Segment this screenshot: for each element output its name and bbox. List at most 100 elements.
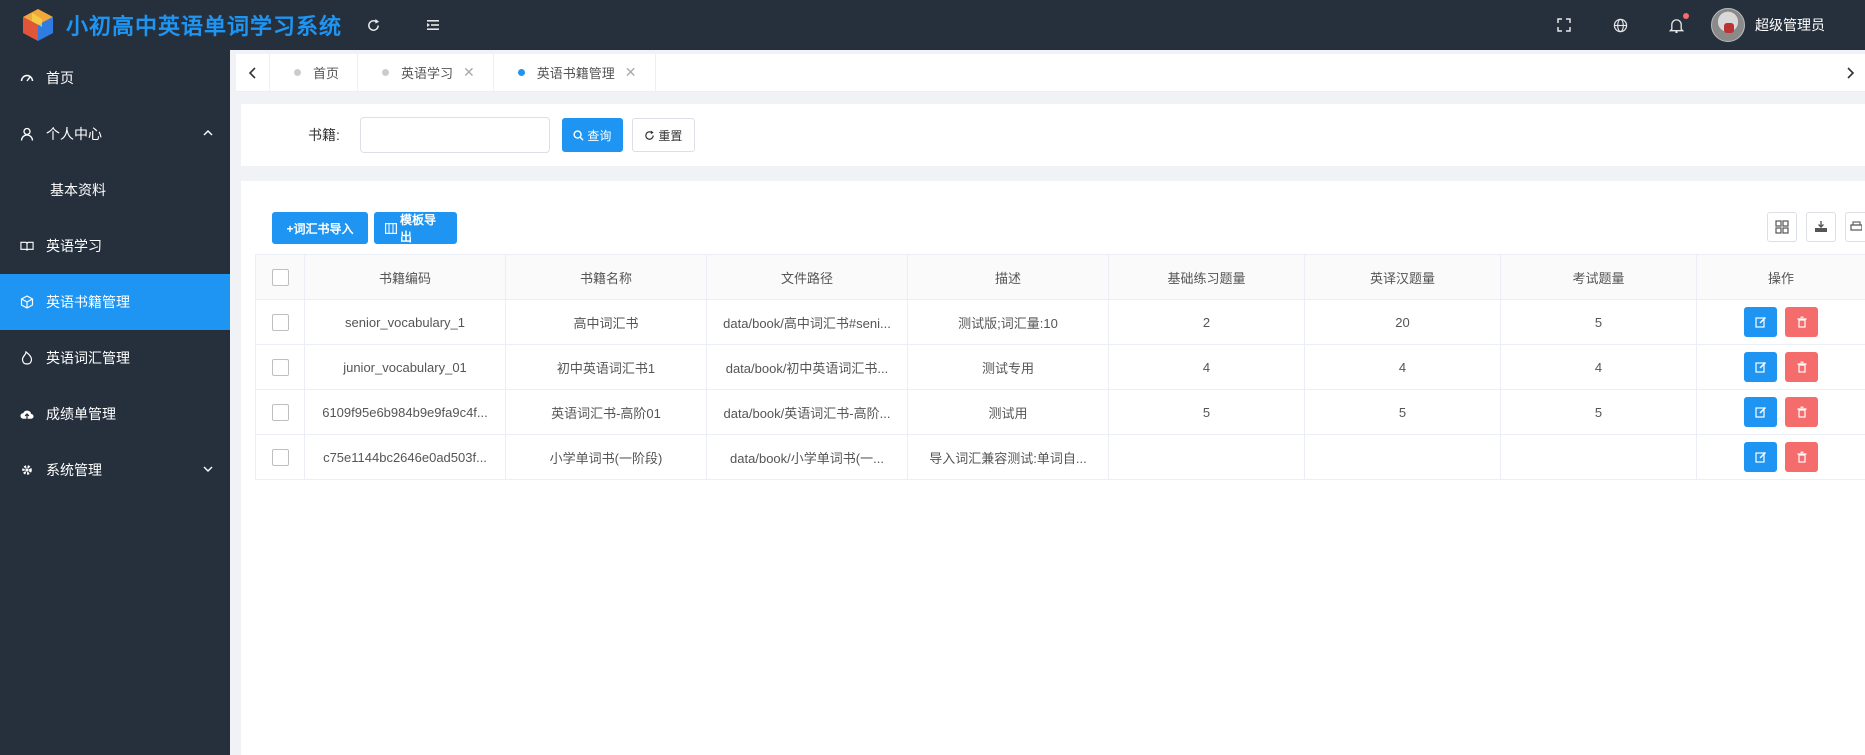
print-icon[interactable] (1845, 212, 1865, 242)
search-label: 书籍: (308, 127, 340, 143)
exam-count-cell: 5 (1500, 299, 1697, 345)
sidebar-item-label: 基本资料 (50, 182, 106, 198)
cube-icon (20, 295, 34, 309)
tab-scroll-left-button[interactable] (236, 54, 270, 91)
sidebar-item-label: 英语词汇管理 (46, 350, 130, 366)
table-row[interactable]: junior_vocabulary_01 初中英语词汇书1 data/book/… (255, 344, 1865, 390)
export-template-button[interactable]: 模板导出 (374, 212, 457, 244)
chevron-left-icon (248, 66, 256, 79)
tab-label: 英语学习 (401, 66, 454, 81)
column-filter-icon[interactable] (1767, 212, 1797, 242)
table-row[interactable]: senior_vocabulary_1 高中词汇书 data/book/高中词汇… (255, 299, 1865, 345)
close-icon[interactable]: ✕ (625, 64, 637, 81)
app-logo (20, 7, 56, 43)
edit-button[interactable] (1744, 352, 1777, 382)
translation-count-cell: 5 (1304, 389, 1501, 435)
sidebar-item-label: 成绩单管理 (46, 406, 116, 422)
sidebar-item-system-management[interactable]: 系统管理 (0, 442, 230, 498)
close-icon[interactable]: ✕ (463, 64, 475, 81)
sidebar-item-personal-center[interactable]: 个人中心 (0, 106, 230, 162)
reset-button-label: 重置 (658, 128, 683, 143)
row-select-cell (255, 299, 305, 345)
sidebar-item-label: 个人中心 (46, 126, 102, 142)
file-path-cell: data/book/高中词汇书#seni... (706, 299, 908, 345)
table-row[interactable]: c75e1144bc2646e0ad503f... 小学单词书(一阶段) dat… (255, 434, 1865, 480)
select-all-checkbox[interactable] (271, 268, 289, 286)
book-search-input[interactable] (359, 117, 550, 153)
import-vocabulary-book-button[interactable]: +词汇书导入 (272, 212, 368, 244)
chevron-down-icon (202, 462, 214, 478)
edit-icon (1754, 361, 1766, 373)
fullscreen-icon[interactable] (1555, 16, 1573, 34)
table-tools (1767, 212, 1865, 242)
search-icon (573, 129, 584, 141)
tab-status-dot (517, 69, 525, 76)
sidebar-item-english-study[interactable]: 英语学习 (0, 218, 230, 274)
tab-bar: 首页 英语学习 ✕ 英语书籍管理 ✕ (236, 54, 1865, 92)
export-template-label: 模板导出 (400, 213, 437, 244)
user-icon (20, 127, 34, 141)
table-row[interactable]: 6109f95e6b984b9e9fa9c4f... 英语词汇书-高阶01 da… (255, 389, 1865, 435)
table-icon (385, 222, 397, 234)
column-header: 描述 (907, 254, 1109, 300)
row-checkbox[interactable] (271, 358, 289, 376)
sidebar-item-home[interactable]: 首页 (0, 50, 230, 106)
sidebar-item-score-management[interactable]: 成绩单管理 (0, 386, 230, 442)
description-cell: 导入词汇兼容测试:单词自... (907, 434, 1109, 480)
file-path-cell: data/book/英语词汇书-高阶... (706, 389, 908, 435)
chevron-up-icon (202, 126, 214, 142)
language-icon[interactable] (1611, 16, 1629, 34)
reset-button[interactable]: 重置 (631, 118, 695, 152)
edit-icon (1754, 316, 1766, 328)
book-code-cell: 6109f95e6b984b9e9fa9c4f... (304, 389, 506, 435)
tab-home[interactable]: 首页 (270, 54, 359, 91)
delete-button[interactable] (1785, 352, 1818, 382)
column-header: 书籍编码 (304, 254, 506, 300)
tab-status-dot (382, 69, 390, 76)
avatar[interactable] (1711, 8, 1745, 42)
sidebar: 首页 个人中心 基本资料 英语学习 英语书籍管理 英语词汇管理 成绩单管理 系统… (0, 50, 230, 755)
basic-practice-count-cell (1108, 434, 1305, 480)
tab-book-management[interactable]: 英语书籍管理 ✕ (494, 54, 656, 91)
row-checkbox[interactable] (271, 403, 289, 421)
notification-bell-icon[interactable] (1667, 13, 1689, 34)
actions-cell (1696, 389, 1865, 435)
query-button-label: 查询 (587, 128, 612, 143)
tab-english-study[interactable]: 英语学习 ✕ (358, 54, 494, 91)
top-bar: 小初高中英语单词学习系统 超级管理员 (0, 0, 1865, 50)
delete-button[interactable] (1785, 397, 1818, 427)
description-cell: 测试版;词汇量:10 (907, 299, 1109, 345)
basic-practice-count-cell: 2 (1108, 299, 1305, 345)
column-header: 基础练习题量 (1108, 254, 1305, 300)
chevron-right-icon (1847, 67, 1855, 79)
book-name-cell: 初中英语词汇书1 (505, 344, 707, 390)
row-checkbox[interactable] (271, 313, 289, 331)
trash-icon (1797, 316, 1806, 328)
row-checkbox[interactable] (271, 448, 289, 466)
query-button[interactable]: 查询 (561, 118, 623, 152)
exam-count-cell (1500, 434, 1697, 480)
edit-button[interactable] (1744, 442, 1777, 472)
edit-button[interactable] (1744, 397, 1777, 427)
export-icon[interactable] (1806, 212, 1836, 242)
tab-label: 英语书籍管理 (536, 66, 615, 81)
refresh-icon[interactable] (364, 16, 382, 34)
dashboard-icon (20, 71, 34, 85)
delete-button[interactable] (1785, 442, 1818, 472)
edit-icon (1754, 451, 1766, 463)
sidebar-item-book-management[interactable]: 英语书籍管理 (0, 274, 230, 330)
delete-button[interactable] (1785, 307, 1818, 337)
tab-scroll-right-button[interactable] (1835, 54, 1865, 92)
book-icon (20, 239, 34, 253)
table-header-row: 书籍编码 书籍名称 文件路径 描述 基础练习题量 英译汉题量 考试题量 操作 (255, 254, 1865, 300)
trash-icon (1797, 451, 1806, 463)
edit-button[interactable] (1744, 307, 1777, 337)
settings-icon (20, 463, 34, 477)
sidebar-item-vocabulary-management[interactable]: 英语词汇管理 (0, 330, 230, 386)
menu-collapse-icon[interactable] (424, 16, 442, 34)
trash-icon (1797, 361, 1806, 373)
basic-practice-count-cell: 4 (1108, 344, 1305, 390)
sidebar-item-basic-profile[interactable]: 基本资料 (0, 162, 230, 218)
select-all-cell (255, 254, 305, 300)
user-name[interactable]: 超级管理员 (1755, 15, 1825, 35)
